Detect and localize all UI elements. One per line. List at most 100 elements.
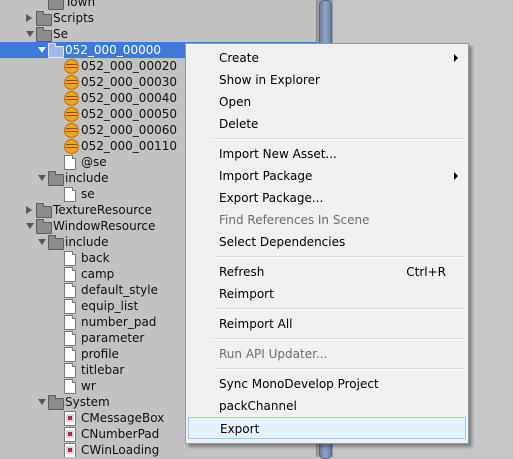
menu-item-label: Show in Explorer	[219, 73, 320, 87]
expand-arrow-open-icon[interactable]	[38, 175, 46, 181]
tree-row-label: wr	[81, 379, 96, 393]
tree-row-label: CMessageBox	[81, 411, 165, 425]
tree-row-label: default_style	[81, 283, 158, 297]
tree-row-label: Town	[65, 0, 96, 9]
tree-row-label: parameter	[81, 331, 145, 345]
menu-item-delete[interactable]: Delete	[188, 113, 466, 135]
menu-item-label: Import Package	[219, 169, 313, 183]
expand-arrow-closed-icon[interactable]	[26, 14, 32, 22]
menu-item-export[interactable]: Export	[188, 417, 466, 439]
tree-row-label: CNumberPad	[81, 427, 160, 441]
expand-arrow-closed-icon[interactable]	[26, 206, 32, 214]
menu-separator	[215, 308, 464, 310]
menu-item-label: Export	[220, 422, 260, 436]
tree-row-label: titlebar	[81, 363, 125, 377]
menu-separator	[215, 256, 464, 258]
tree-row-label: include	[65, 171, 109, 185]
menu-item-label: Delete	[219, 117, 259, 131]
tree-row-label: camp	[81, 267, 115, 281]
menu-item-label: Reimport	[219, 287, 274, 301]
audio-clip-icon	[64, 107, 79, 122]
menu-item-label: Open	[219, 95, 252, 109]
folder-icon	[36, 11, 52, 26]
menu-item-reimport[interactable]: Reimport	[188, 283, 466, 305]
menu-item-label: Export Package...	[219, 191, 324, 205]
text-asset-icon	[64, 155, 76, 170]
tree-row-label: @se	[81, 155, 107, 169]
folder-icon	[36, 27, 52, 42]
tree-row-label: se	[81, 187, 95, 201]
context-menu: Create Show in Explorer Open Delete Import N…	[185, 43, 469, 444]
audio-clip-icon	[64, 75, 79, 90]
menu-item-refresh[interactable]: Refresh Ctrl+R	[188, 261, 466, 283]
tree-row[interactable]: Town	[0, 0, 316, 10]
tree-row-label: WindowResource	[53, 219, 156, 233]
tree-row-label: System	[65, 395, 110, 409]
menu-item-label: Import New Asset...	[219, 147, 337, 161]
menu-item-select-dependencies[interactable]: Select Dependencies	[188, 231, 466, 253]
menu-separator	[215, 138, 464, 140]
menu-item-import-package[interactable]: Import Package	[188, 165, 466, 187]
expand-arrow-open-icon[interactable]	[38, 239, 46, 245]
tree-row-label: Se	[53, 27, 68, 41]
menu-item-label: Create	[219, 51, 259, 65]
folder-icon	[48, 235, 64, 250]
tree-row[interactable]: CWinLoading	[0, 442, 316, 457]
tree-row[interactable]: Se	[0, 26, 316, 42]
menu-item-run-api-updater: Run API Updater...	[188, 343, 466, 365]
menu-separator	[215, 338, 464, 340]
menu-item-label: Refresh	[219, 265, 265, 279]
tree-row-label: 052_000_00110	[81, 139, 177, 153]
tree-row-label: 052_000_00000	[65, 43, 161, 57]
tree-row-label: 052_000_00020	[81, 59, 177, 73]
menu-item-show-in-explorer[interactable]: Show in Explorer	[188, 69, 466, 91]
text-asset-icon	[64, 331, 76, 346]
tree-row-label: include	[65, 235, 109, 249]
script-icon	[64, 411, 76, 426]
menu-item-label: Reimport All	[219, 317, 293, 331]
tree-row-label: 052_000_00030	[81, 75, 177, 89]
tree-row-label: back	[81, 251, 110, 265]
folder-icon	[48, 171, 64, 186]
expand-arrow-open-icon[interactable]	[38, 399, 46, 405]
menu-item-label: packChannel	[219, 399, 297, 413]
tree-row-label: number_pad	[81, 315, 157, 329]
text-asset-icon	[64, 283, 76, 298]
tree-row-label: 052_000_00050	[81, 107, 177, 121]
expand-arrow-open-icon[interactable]	[38, 47, 46, 53]
expand-arrow-open-icon[interactable]	[26, 31, 34, 37]
expand-arrow-open-icon[interactable]	[26, 223, 34, 229]
folder-icon	[48, 43, 64, 58]
tree-row-label: TextureResource	[53, 203, 152, 217]
tree-row[interactable]: Scripts	[0, 10, 316, 26]
menu-item-label: Find References In Scene	[219, 213, 370, 227]
menu-item-export-package[interactable]: Export Package...	[188, 187, 466, 209]
menu-item-label: Select Dependencies	[219, 235, 346, 249]
menu-item-reimport-all[interactable]: Reimport All	[188, 313, 466, 335]
menu-item-sync-monodevelop-project[interactable]: Sync MonoDevelop Project	[188, 373, 466, 395]
menu-item-find-references-in-scene: Find References In Scene	[188, 209, 466, 231]
text-asset-icon	[64, 187, 76, 202]
menu-item-label: Run API Updater...	[219, 347, 328, 361]
menu-item-label: Sync MonoDevelop Project	[219, 377, 379, 391]
submenu-arrow-icon	[454, 54, 458, 62]
menu-item-import-new-asset[interactable]: Import New Asset...	[188, 143, 466, 165]
tree-row-label: 052_000_00060	[81, 123, 177, 137]
audio-clip-icon	[64, 91, 79, 106]
script-icon	[64, 427, 76, 442]
text-asset-icon	[64, 363, 76, 378]
audio-clip-icon	[64, 139, 79, 154]
menu-item-create[interactable]: Create	[188, 47, 466, 69]
menu-item-shortcut: Ctrl+R	[406, 265, 446, 279]
folder-icon	[36, 203, 52, 218]
menu-item-open[interactable]: Open	[188, 91, 466, 113]
text-asset-icon	[64, 379, 76, 394]
menu-item-packchannel[interactable]: packChannel	[188, 395, 466, 417]
text-asset-icon	[64, 299, 76, 314]
submenu-arrow-icon	[454, 172, 458, 180]
script-icon	[64, 443, 76, 457]
text-asset-icon	[64, 347, 76, 362]
folder-icon	[48, 0, 64, 10]
text-asset-icon	[64, 267, 76, 282]
tree-row-label: 052_000_00040	[81, 91, 177, 105]
